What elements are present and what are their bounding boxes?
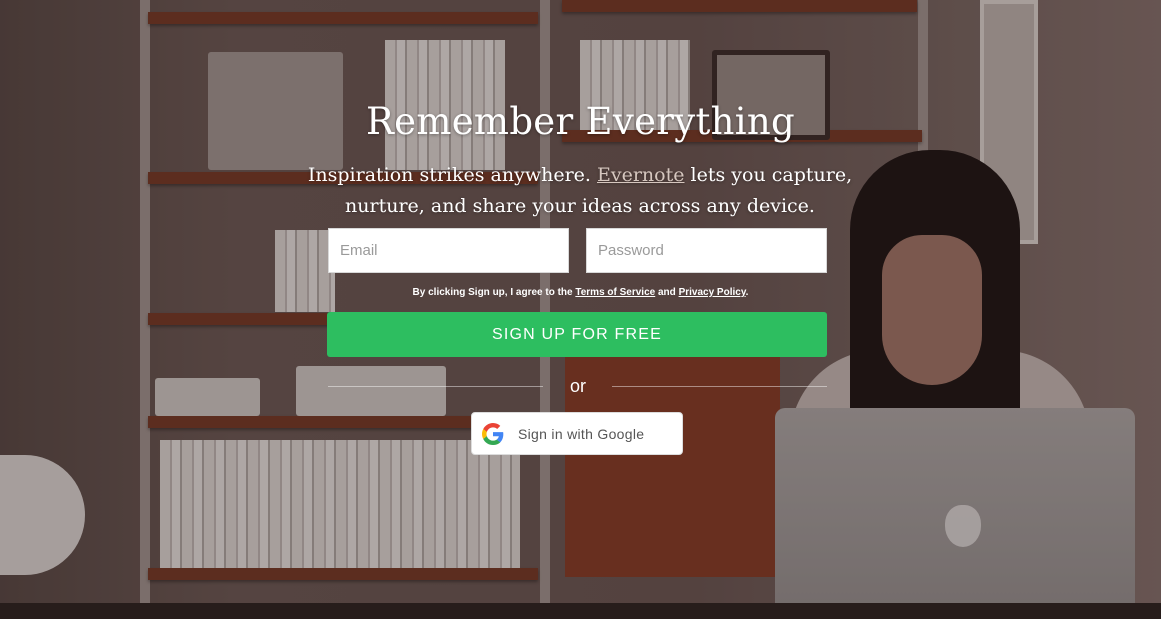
hero-subtitle: Inspiration strikes anywhere. Evernote l… [290,160,870,222]
google-g-icon [482,422,504,445]
divider-left [328,386,543,387]
divider-right [612,386,827,387]
terms-suffix: . [745,287,749,298]
terms-and: and [655,287,679,298]
subtitle-text: Inspiration strikes anywhere. [307,164,597,186]
google-sign-in-button[interactable]: Sign in with Google [471,412,683,455]
google-sign-in-label: Sign in with Google [518,425,645,442]
evernote-link[interactable]: Evernote [597,164,685,186]
terms-of-service-link[interactable]: Terms of Service [575,287,655,298]
email-field[interactable] [328,228,569,273]
terms-prefix: By clicking Sign up, I agree to the [412,287,576,298]
privacy-policy-link[interactable]: Privacy Policy [679,287,746,298]
sign-up-button[interactable]: SIGN UP FOR FREE [327,312,827,357]
or-divider-label: or [569,376,586,396]
terms-notice: By clicking Sign up, I agree to the Term… [0,287,1161,298]
password-field[interactable] [586,228,827,273]
page-title: Remember Everything [366,100,795,143]
hero-section: Remember Everything Inspiration strikes … [0,0,1161,619]
